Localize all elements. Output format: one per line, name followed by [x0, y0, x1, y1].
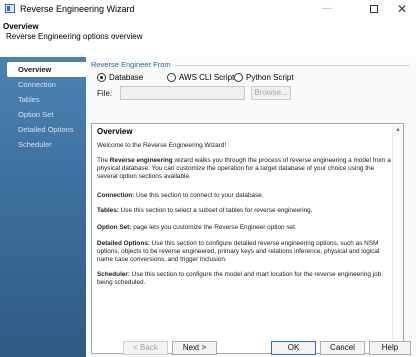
next-button[interactable]: Next > [172, 341, 217, 355]
radio-unselected-icon [234, 73, 243, 82]
sidebar-item-connection[interactable]: Connection [0, 77, 86, 92]
title-bar: Reverse Engineering Wizard — ✕ [0, 0, 416, 18]
connection-text: Use this section to connect to your data… [134, 192, 264, 199]
radio-label: AWS CLI Script [179, 73, 235, 82]
sidebar-item-option-set[interactable]: Option Set [0, 107, 86, 122]
tables-text: Use this section to select a subset of t… [118, 207, 313, 214]
app-icon [5, 4, 15, 13]
detailed-bold: Detailed Options: [97, 240, 150, 247]
scheduler-bold: Scheduler: [97, 271, 131, 278]
scroll-up-icon[interactable]: ▲ [395, 127, 401, 133]
radio-unselected-icon [167, 73, 176, 82]
radio-label: Database [109, 73, 144, 82]
optionset-bold: Option Set: [97, 224, 132, 231]
file-path-input[interactable] [120, 86, 245, 100]
intro-prefix: The [97, 157, 110, 164]
overview-scrollbar[interactable]: ▲ ▼ [392, 125, 403, 352]
overview-tables: Tables: Use this section to select a sub… [97, 207, 391, 215]
overview-option-set: Option Set: page lets you customize the … [97, 224, 391, 232]
sidebar: Overview Connection Tables Option Set De… [0, 57, 86, 357]
page-subtitle: Reverse Engineering options overview [6, 32, 143, 41]
file-label: File: [97, 89, 113, 98]
browse-button[interactable]: Browse... [251, 86, 291, 100]
intro-bold: Reverse engineering [109, 157, 173, 164]
sidebar-item-scheduler[interactable]: Scheduler [0, 137, 86, 152]
minimize-button[interactable]: — [309, 0, 345, 18]
sidebar-item-tables[interactable]: Tables [0, 92, 86, 107]
overview-detailed-options: Detailed Options: Use this section to co… [97, 240, 391, 265]
close-button[interactable]: ✕ [384, 0, 416, 18]
overview-heading: Overview [97, 127, 133, 136]
optionset-text: page lets you customize the Reverse Engi… [131, 224, 297, 231]
overview-welcome: Welcome to the Reverse Engineering Wizar… [97, 142, 227, 149]
page-title: Overview [3, 22, 39, 31]
ok-button[interactable]: OK [271, 341, 316, 355]
group-divider [174, 65, 410, 66]
overview-scheduler: Scheduler: Use this section to configure… [97, 271, 391, 287]
overview-connection: Connection: Use this section to connect … [97, 192, 391, 200]
tables-bold: Tables: [97, 207, 119, 214]
window-title: Reverse Engineering Wizard [20, 4, 135, 14]
connection-bold: Connection: [97, 192, 135, 199]
back-button[interactable]: < Back [123, 341, 168, 355]
cancel-button[interactable]: Cancel [320, 341, 365, 355]
radio-label: Python Script [246, 73, 294, 82]
page-header: Overview Reverse Engineering options ove… [0, 18, 416, 59]
sidebar-item-overview[interactable]: Overview [7, 62, 86, 77]
scheduler-text: Use this section to configure the model … [97, 271, 382, 287]
radio-selected-icon [97, 73, 106, 82]
help-button[interactable]: Help [369, 341, 411, 355]
sidebar-item-detailed-options[interactable]: Detailed Options [0, 122, 86, 137]
overview-intro: The Reverse engineering wizard walks you… [97, 157, 391, 182]
source-group-label: Reverse Engineer From [91, 60, 175, 69]
maximize-icon [370, 5, 378, 13]
